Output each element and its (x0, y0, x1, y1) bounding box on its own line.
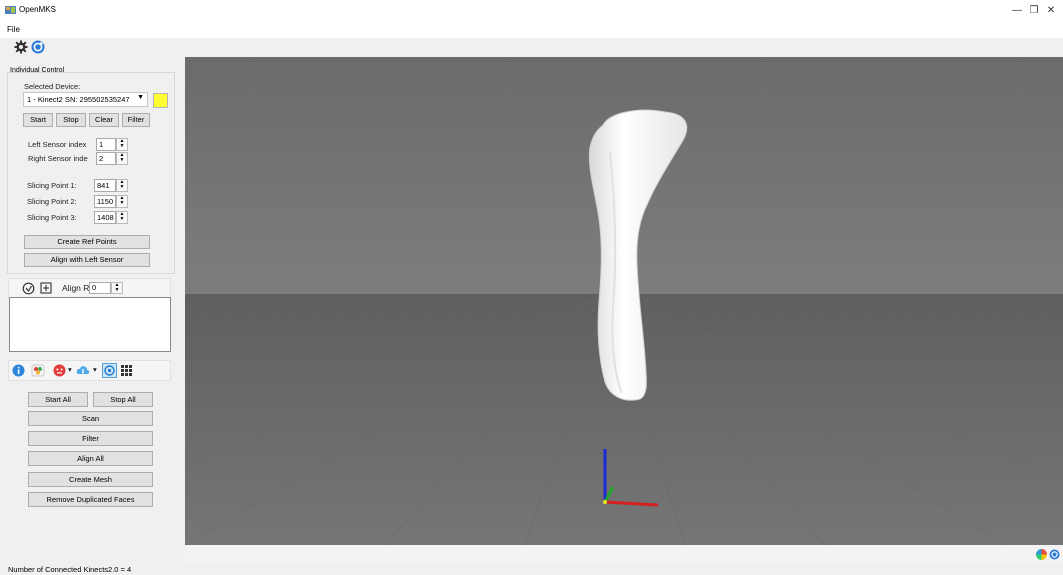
spinner-icon[interactable]: ▲ ▼ (116, 211, 128, 224)
align-left-sensor-button[interactable]: Align with Left Sensor (24, 253, 150, 267)
clear-button[interactable]: Clear (89, 113, 119, 127)
stop-all-button[interactable]: Stop All (93, 392, 153, 407)
left-sensor-value: 1 (99, 140, 104, 149)
selected-device-label: Selected Device: (24, 82, 81, 91)
slicing-point-2-value: 1150 (97, 197, 114, 206)
start-all-button[interactable]: Start All (28, 392, 88, 407)
align-icon[interactable] (22, 282, 35, 295)
left-sensor-input[interactable]: 1 ▲ ▼ (96, 138, 128, 151)
scan-button[interactable]: Scan (28, 411, 153, 426)
dropdown-arrow-icon[interactable]: ▾ (93, 365, 97, 374)
slicing-point-2-label: Slicing Point 2: (27, 197, 77, 206)
cloud-upload-icon[interactable] (76, 364, 90, 377)
stop-button[interactable]: Stop (56, 113, 86, 127)
start-button[interactable]: Start (23, 113, 53, 127)
spinner-icon[interactable]: ▲ ▼ (116, 195, 128, 208)
create-ref-points-button[interactable]: Create Ref Points (24, 235, 150, 249)
info-icon[interactable] (12, 364, 25, 377)
align-ref-input[interactable]: 0 ▲ ▼ (89, 282, 123, 294)
settings-icon[interactable] (14, 40, 28, 54)
viewport-footer (185, 545, 1063, 563)
3d-viewport[interactable] (185, 57, 1063, 545)
title-bar: OpenMKS — ❐ ✕ (0, 0, 1063, 22)
spinner-icon[interactable]: ▲ ▼ (116, 138, 128, 151)
global-filter-button[interactable]: Filter (28, 431, 153, 446)
remove-duplicated-faces-button[interactable]: Remove Duplicated Faces (28, 492, 153, 507)
alert-icon[interactable] (53, 364, 66, 377)
color-wheel-icon[interactable] (1036, 549, 1047, 560)
close-button[interactable]: ✕ (1041, 3, 1061, 19)
app-icon (5, 6, 16, 14)
right-sensor-label: Right Sensor inde (28, 154, 88, 163)
slicing-point-1-value: 841 (97, 181, 110, 190)
ref-points-list[interactable] (9, 297, 171, 352)
grid-icon[interactable] (121, 365, 132, 376)
menu-bar: File (0, 22, 1063, 38)
align-ref-toolbar: Align Ref. 0 ▲ ▼ (8, 278, 171, 298)
target-icon[interactable] (102, 363, 117, 378)
connected-kinects-status: Number of Connected Kinects2.0 = 4 (8, 565, 132, 574)
status-bar: Number of Connected Kinects2.0 = 4 (0, 563, 1063, 575)
dropdown-arrow-icon[interactable]: ▾ (68, 365, 72, 374)
spinner-icon[interactable]: ▲ ▼ (116, 152, 128, 165)
color-palette-icon[interactable] (31, 364, 45, 377)
spinner-icon[interactable]: ▲ ▼ (111, 282, 123, 294)
spinner-icon[interactable]: ▲ ▼ (116, 179, 128, 192)
slicing-point-2-input[interactable]: 1150 ▲ ▼ (94, 195, 128, 208)
align-all-button[interactable]: Align All (28, 451, 153, 466)
sync-icon[interactable] (1049, 549, 1060, 560)
slicing-point-3-input[interactable]: 1408 ▲ ▼ (94, 211, 128, 224)
create-mesh-button[interactable]: Create Mesh (28, 472, 153, 487)
left-sensor-label: Left Sensor index (28, 140, 87, 149)
refresh-icon[interactable] (31, 40, 45, 54)
device-select[interactable]: 1 - Kinect2 SN: 295502535247 ▼ (23, 92, 148, 107)
right-sensor-input[interactable]: 2 ▲ ▼ (96, 152, 128, 165)
right-sensor-value: 2 (99, 154, 104, 163)
tools-toolbar: ▾ ▾ (8, 360, 171, 381)
menu-file[interactable]: File (7, 25, 20, 34)
slicing-point-3-label: Slicing Point 3: (27, 213, 77, 222)
device-select-value: 1 - Kinect2 SN: 295502535247 (27, 95, 130, 104)
filter-button[interactable]: Filter (122, 113, 150, 127)
device-color-swatch[interactable] (153, 93, 168, 108)
add-icon[interactable] (40, 282, 52, 294)
slicing-point-1-label: Slicing Point 1: (27, 181, 77, 190)
slicing-point-3-value: 1408 (97, 213, 114, 222)
main-toolbar (0, 38, 1063, 56)
3d-scene (185, 57, 1063, 545)
window-title: OpenMKS (19, 5, 56, 14)
align-ref-value: 0 (92, 283, 97, 292)
chevron-down-icon: ▼ (137, 94, 144, 101)
slicing-point-1-input[interactable]: 841 ▲ ▼ (94, 179, 128, 192)
